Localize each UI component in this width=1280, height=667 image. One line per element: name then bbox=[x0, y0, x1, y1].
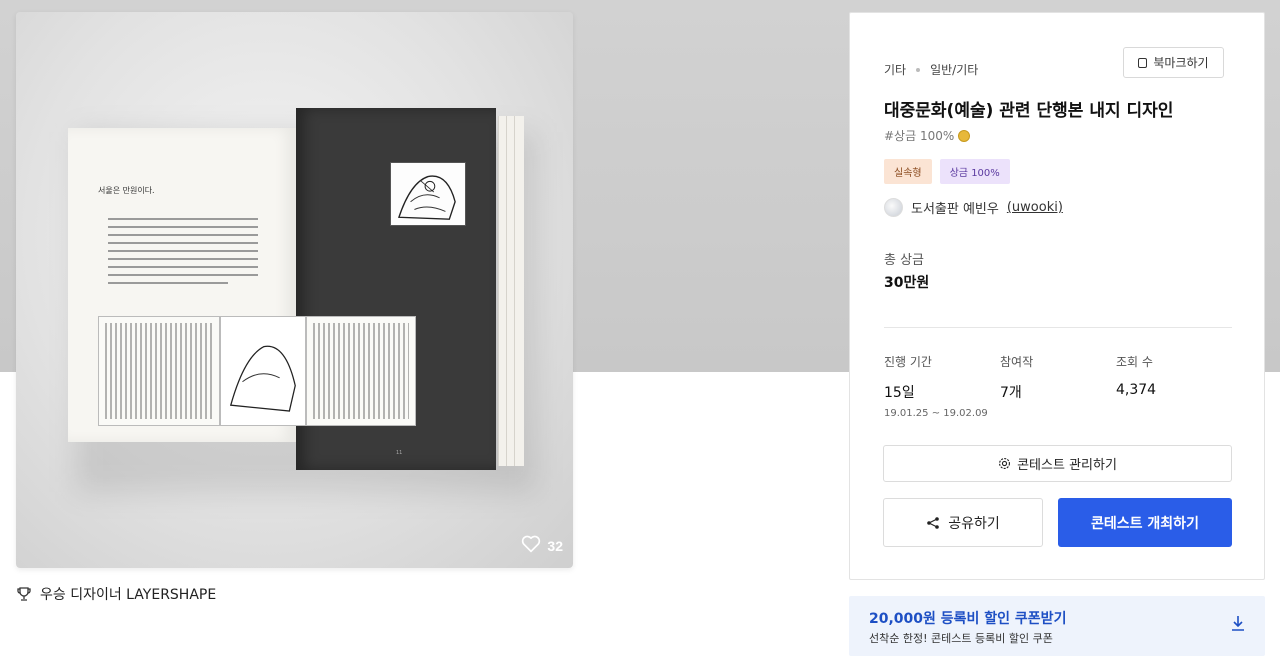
right-page-number: 11 bbox=[396, 450, 403, 456]
contest-title: 대중문화(예술) 관련 단행본 내지 디자인 bbox=[884, 101, 1174, 121]
share-icon bbox=[926, 516, 940, 530]
stat-value: 7개 bbox=[1000, 385, 1022, 401]
owner-name: 도서출판 예빈우 bbox=[911, 202, 999, 217]
coupon-banner[interactable]: 20,000원 등록비 할인 쿠폰받기 선착순 한정! 콘테스트 등록비 할인 … bbox=[849, 596, 1265, 656]
total-prize-value: 30만원 bbox=[884, 275, 930, 291]
breadcrumb-separator bbox=[916, 67, 921, 72]
breadcrumb-item[interactable]: 일반/기타 bbox=[930, 61, 978, 78]
gear-icon bbox=[998, 457, 1011, 470]
like-counter[interactable]: 32 bbox=[521, 535, 563, 556]
host-contest-button[interactable]: 콘테스트 개최하기 bbox=[1058, 498, 1232, 547]
contest-tags: 실속형 상금 100% bbox=[884, 159, 1010, 184]
bookmark-button[interactable]: 북마크하기 bbox=[1123, 47, 1224, 78]
book-foldout-insert bbox=[98, 316, 416, 426]
stat-period: 진행 기간 15일 19.01.25 ~ 19.02.09 bbox=[884, 353, 988, 419]
like-count: 32 bbox=[547, 537, 563, 554]
share-label: 공유하기 bbox=[948, 515, 1000, 532]
stat-value: 15일 bbox=[884, 385, 915, 401]
coupon-subtitle: 선착순 한정! 콘테스트 등록비 할인 쿠폰 bbox=[869, 632, 1053, 645]
winning-designer: 우승 디자이너 LAYERSHAPE bbox=[16, 584, 216, 604]
divider bbox=[884, 327, 1232, 328]
manage-contest-button[interactable]: 콘테스트 관리하기 bbox=[883, 445, 1232, 482]
book-page-edges bbox=[498, 116, 526, 466]
stat-label: 참여작 bbox=[1000, 355, 1034, 369]
stat-date-range: 19.01.25 ~ 19.02.09 bbox=[884, 408, 988, 419]
hashtag-text: #상금 100% bbox=[884, 129, 955, 143]
tag-badge: 실속형 bbox=[884, 159, 932, 184]
total-prize-label: 총 상금 bbox=[884, 253, 925, 268]
tag-badge: 상금 100% bbox=[939, 159, 1010, 184]
contest-info-panel: 기타 일반/기타 북마크하기 대중문화(예술) 관련 단행본 내지 디자인 #상… bbox=[849, 12, 1265, 580]
bookmark-icon bbox=[1138, 57, 1148, 68]
avatar bbox=[884, 198, 903, 217]
owner-handle-link[interactable]: (uwooki) bbox=[1007, 200, 1063, 215]
stat-entries: 참여작 7개 bbox=[1000, 353, 1033, 402]
heart-icon bbox=[521, 535, 541, 556]
book-illustration bbox=[390, 162, 466, 226]
stat-views: 조회 수 4,374 bbox=[1116, 353, 1156, 398]
trophy-icon bbox=[16, 586, 32, 602]
manage-contest-label: 콘테스트 관리하기 bbox=[1017, 458, 1117, 473]
prize-hashtag: #상금 100% bbox=[884, 127, 971, 144]
contest-thumbnail[interactable]: 11 서울은 만원이다. 10 32 bbox=[16, 12, 573, 568]
winning-designer-label: 우승 디자이너 LAYERSHAPE bbox=[40, 587, 217, 603]
coupon-title: 20,000원 등록비 할인 쿠폰받기 bbox=[869, 611, 1067, 627]
contest-owner[interactable]: 도서출판 예빈우 (uwooki) bbox=[884, 198, 1063, 217]
stat-value: 4,374 bbox=[1116, 382, 1157, 398]
breadcrumb-item[interactable]: 기타 bbox=[884, 61, 906, 78]
book-left-heading: 서울은 만원이다. bbox=[98, 186, 155, 195]
share-button[interactable]: 공유하기 bbox=[883, 498, 1043, 547]
money-bag-icon bbox=[958, 129, 971, 142]
stat-label: 조회 수 bbox=[1116, 355, 1153, 369]
download-icon[interactable] bbox=[1231, 615, 1245, 631]
stat-label: 진행 기간 bbox=[884, 355, 932, 369]
bookmark-label: 북마크하기 bbox=[1153, 56, 1209, 70]
breadcrumb: 기타 일반/기타 bbox=[884, 61, 978, 78]
